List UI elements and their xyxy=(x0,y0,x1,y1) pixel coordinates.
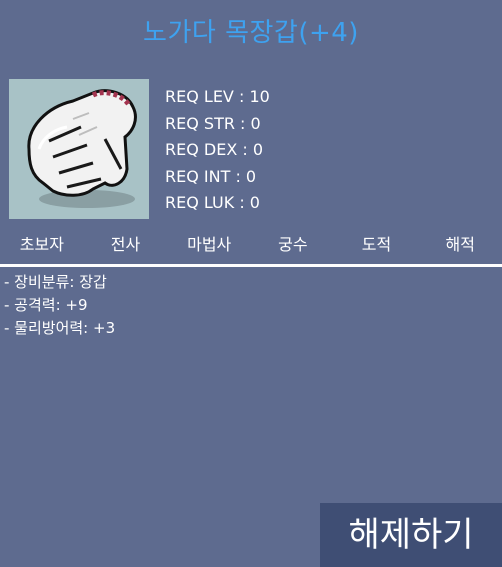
job-pirate: 해적 xyxy=(445,235,475,254)
job-archer: 궁수 xyxy=(278,235,308,254)
job-thief: 도적 xyxy=(361,235,392,254)
requirements-list: REQ LEV : 10 REQ STR : 0 REQ DEX : 0 REQ… xyxy=(165,84,270,217)
job-beginner: 초보자 xyxy=(19,235,64,254)
req-luk: REQ LUK : 0 xyxy=(165,193,260,212)
stat-defense: - 물리방어력: +3 xyxy=(4,319,116,337)
white-cotton-glove-icon xyxy=(9,79,149,219)
item-name-title: 노가다 목장갑(+4) xyxy=(143,18,359,48)
stat-attack: - 공격력: +9 xyxy=(4,296,88,314)
job-list: 초보자 전사 마법사 궁수 도적 해적 xyxy=(0,233,502,257)
stat-category: - 장비분류: 장갑 xyxy=(4,273,107,291)
job-warrior: 전사 xyxy=(110,235,141,254)
req-str: REQ STR : 0 xyxy=(165,113,261,133)
item-stats: - 장비분류: 장갑 - 공격력: +9 - 물리방어력: +3 xyxy=(4,271,115,340)
req-int: REQ INT : 0 xyxy=(165,166,257,186)
job-magician: 마법사 xyxy=(187,235,232,254)
req-dex: REQ DEX : 0 xyxy=(165,140,264,159)
req-level: REQ LEV : 10 xyxy=(165,87,270,106)
release-button[interactable]: 해제하기 xyxy=(320,503,502,567)
divider xyxy=(0,264,502,267)
